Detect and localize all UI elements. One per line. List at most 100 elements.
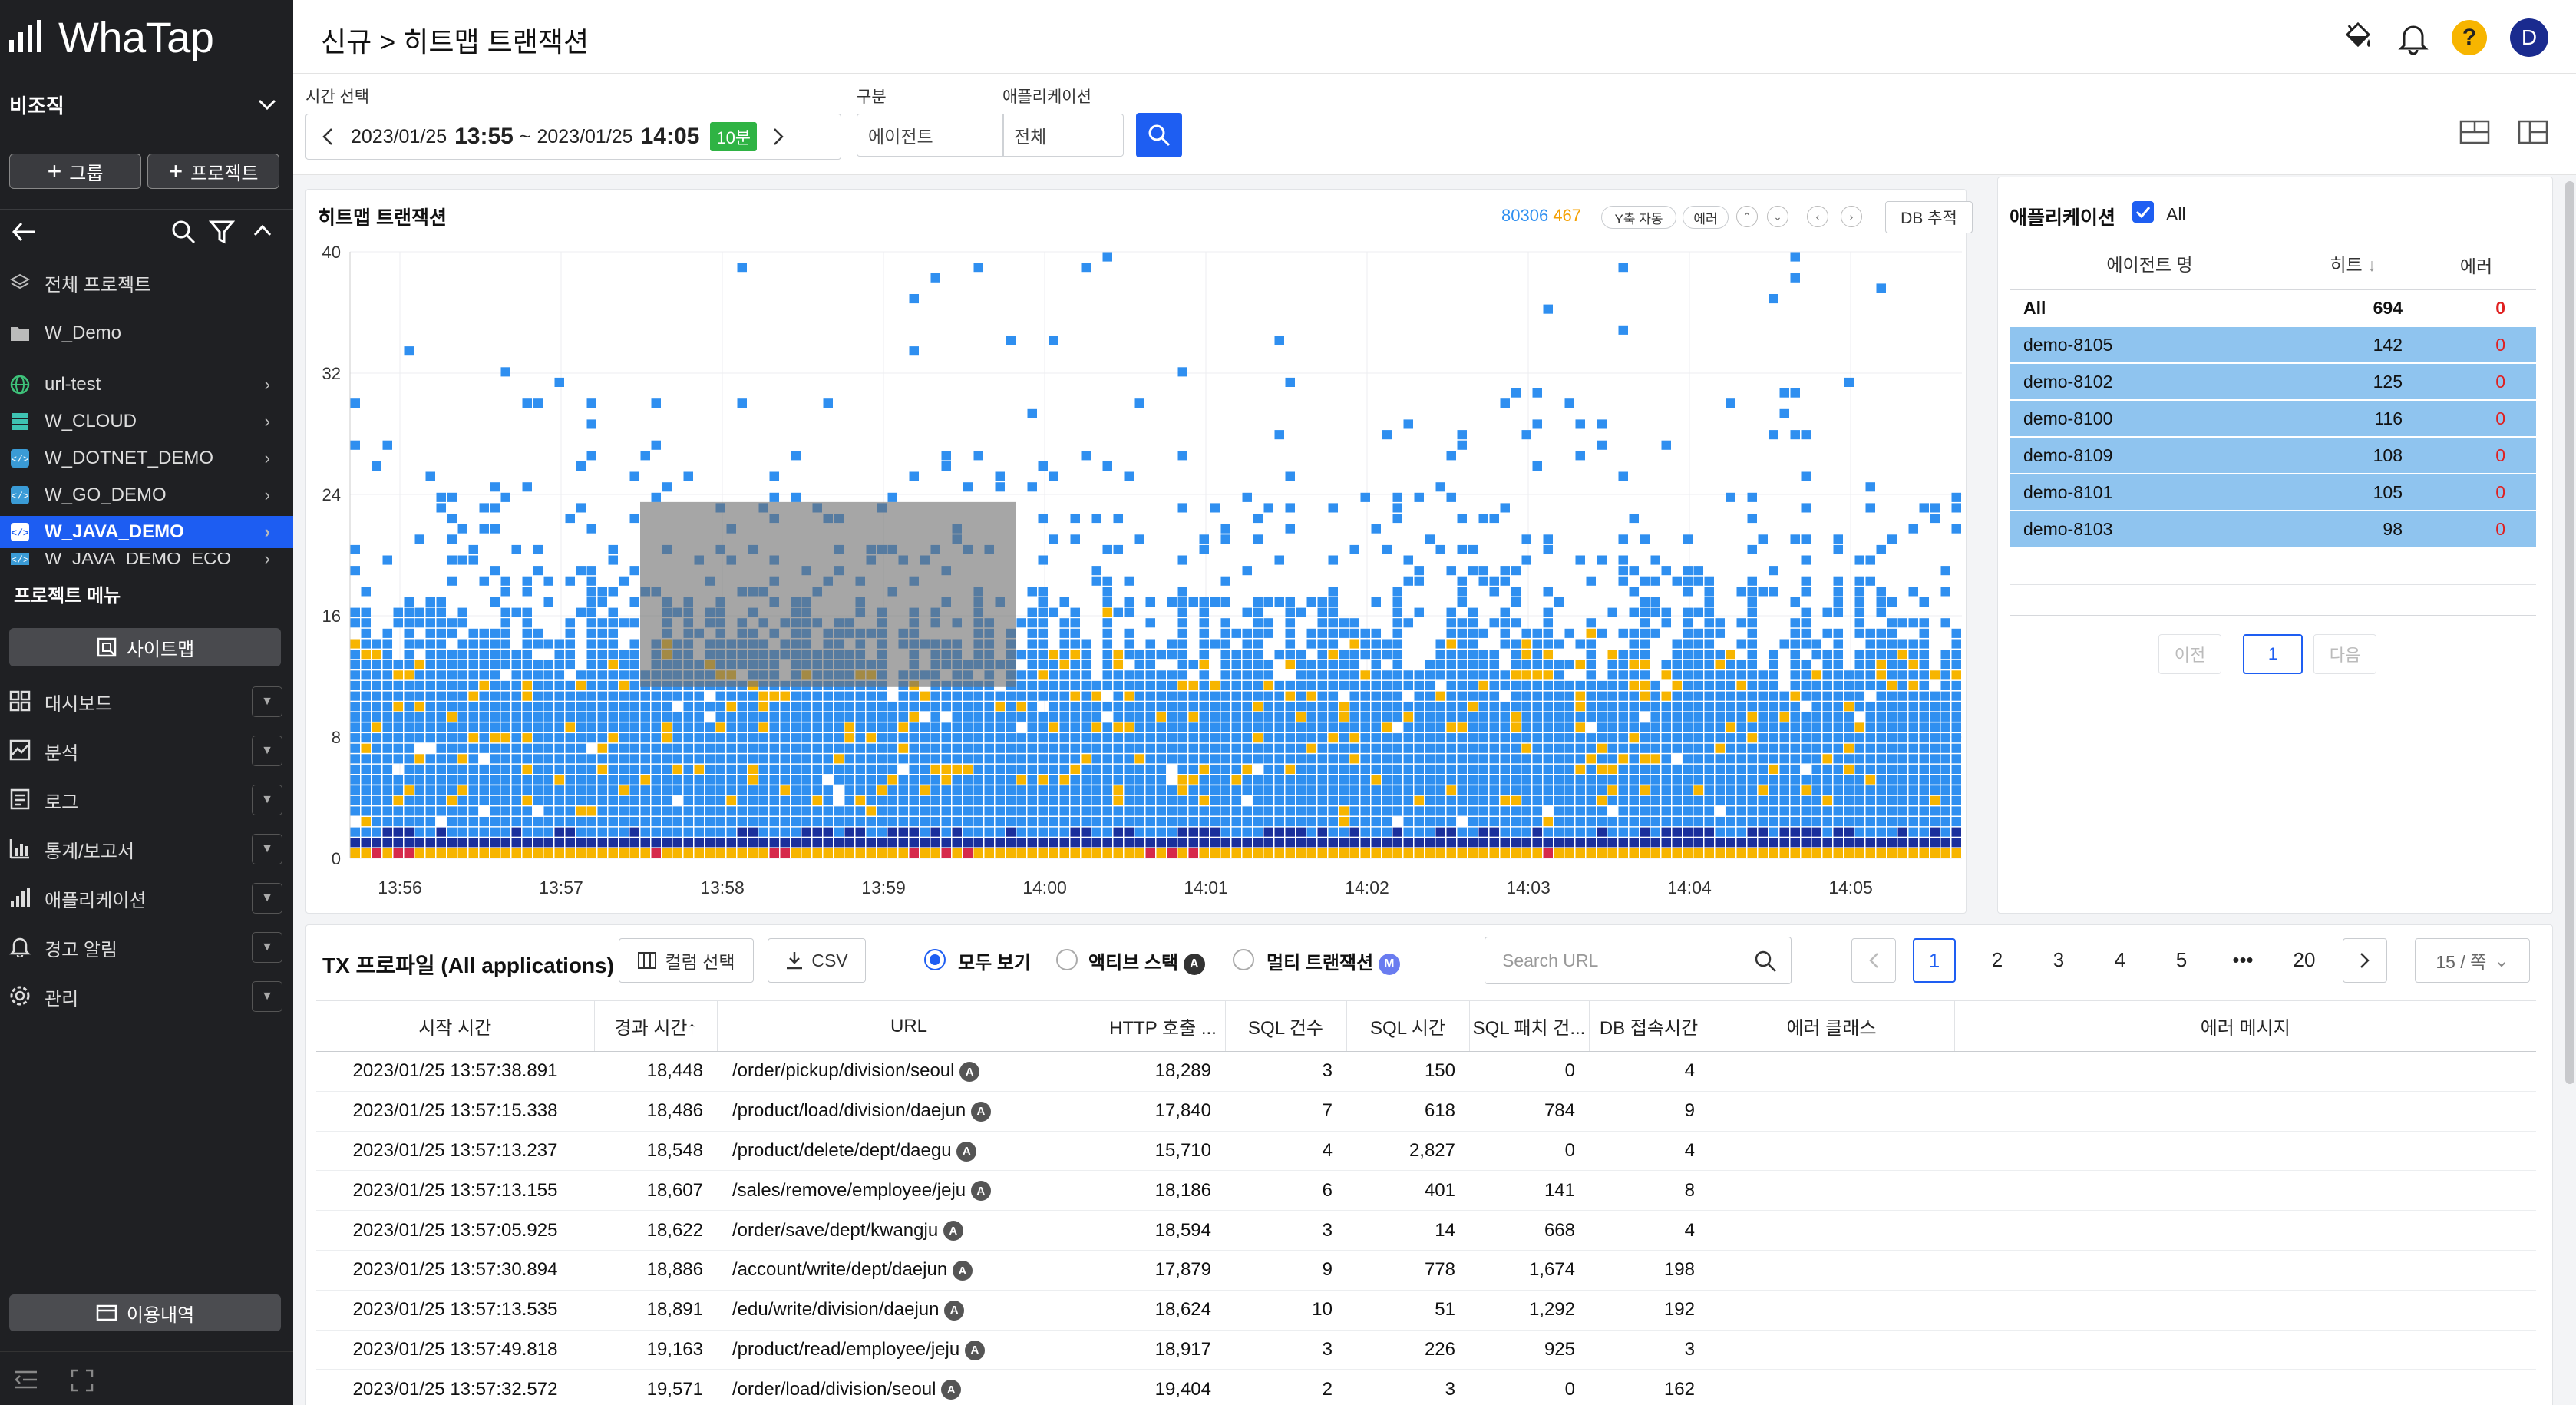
heatmap-cell[interactable] xyxy=(1382,430,1392,440)
heatmap-cell[interactable] xyxy=(1392,712,1403,722)
heatmap-cell[interactable] xyxy=(1919,618,1930,628)
heatmap-cell[interactable] xyxy=(672,806,683,816)
heatmap-cell[interactable] xyxy=(1833,848,1844,858)
chevron-down-icon[interactable]: ▼ xyxy=(252,736,282,766)
heatmap-cell[interactable] xyxy=(758,817,769,827)
heatmap-cell[interactable] xyxy=(1597,785,1607,795)
heatmap-cell[interactable] xyxy=(1511,670,1521,680)
heatmap-cell[interactable] xyxy=(447,555,457,565)
heatmap-cell[interactable] xyxy=(1446,451,1457,461)
heatmap-cell[interactable] xyxy=(619,743,629,753)
heatmap-cell[interactable] xyxy=(1618,325,1629,335)
heatmap-cell[interactable] xyxy=(1618,691,1629,701)
heatmap-cell[interactable] xyxy=(672,743,683,753)
heatmap-cell[interactable] xyxy=(1177,806,1188,816)
heatmap-cell[interactable] xyxy=(1296,733,1306,743)
heatmap-cell[interactable] xyxy=(823,691,834,701)
heatmap-cell[interactable] xyxy=(1865,795,1876,805)
heatmap-cell[interactable] xyxy=(1339,712,1349,722)
heatmap-cell[interactable] xyxy=(1940,827,1951,837)
heatmap-cell[interactable] xyxy=(1500,576,1511,586)
heatmap-cell[interactable] xyxy=(1296,754,1306,764)
heatmap-cell[interactable] xyxy=(1908,743,1919,753)
heatmap-cell[interactable] xyxy=(1231,702,1242,712)
heatmap-cell[interactable] xyxy=(1747,702,1758,712)
heatmap-cell[interactable] xyxy=(651,743,662,753)
heatmap-cell[interactable] xyxy=(898,775,909,785)
heatmap-cell[interactable] xyxy=(662,775,672,785)
heatmap-cell[interactable] xyxy=(748,691,758,701)
heatmap-cell[interactable] xyxy=(565,754,576,764)
heatmap-cell[interactable] xyxy=(1919,785,1930,795)
heatmap-cell[interactable] xyxy=(877,754,887,764)
heatmap-cell[interactable] xyxy=(705,743,715,753)
heatmap-cell[interactable] xyxy=(1683,848,1693,858)
heatmap-cell[interactable] xyxy=(1597,848,1607,858)
cell-url[interactable]: /edu/write/division/daejun A xyxy=(717,1290,1101,1331)
heatmap-cell[interactable] xyxy=(436,764,447,774)
heatmap-cell[interactable] xyxy=(608,722,619,732)
heatmap-cell[interactable] xyxy=(619,775,629,785)
heatmap-cell[interactable] xyxy=(1854,607,1865,617)
heatmap-cell[interactable] xyxy=(1446,795,1457,805)
heatmap-cell[interactable] xyxy=(1951,733,1962,743)
heatmap-cell[interactable] xyxy=(1124,817,1134,827)
heatmap-cell[interactable] xyxy=(1371,524,1382,534)
heatmap-cell[interactable] xyxy=(1113,514,1124,524)
heatmap-cell[interactable] xyxy=(1489,795,1500,805)
heatmap-cell[interactable] xyxy=(1607,764,1618,774)
heatmap-cell[interactable] xyxy=(404,838,414,848)
heatmap-cell[interactable] xyxy=(1081,639,1091,649)
heatmap-cell[interactable] xyxy=(1715,775,1726,785)
heatmap-cell[interactable] xyxy=(511,764,522,774)
heatmap-cell[interactable] xyxy=(812,722,823,732)
heatmap-cell[interactable] xyxy=(1317,660,1328,669)
heatmap-cell[interactable] xyxy=(812,785,823,795)
heatmap-cell[interactable] xyxy=(576,503,586,513)
heatmap-cell[interactable] xyxy=(737,733,748,743)
heatmap-cell[interactable] xyxy=(1607,691,1618,701)
heatmap-cell[interactable] xyxy=(393,702,404,712)
heatmap-cell[interactable] xyxy=(812,702,823,712)
heatmap-cell[interactable] xyxy=(1607,607,1618,617)
heatmap-cell[interactable] xyxy=(1113,848,1124,858)
heatmap-cell[interactable] xyxy=(1554,795,1564,805)
heatmap-cell[interactable] xyxy=(1220,670,1231,680)
heatmap-cell[interactable] xyxy=(1833,544,1844,554)
heatmap-cell[interactable] xyxy=(1124,607,1134,617)
heatmap-cell[interactable] xyxy=(1930,754,1940,764)
heatmap-cell[interactable] xyxy=(1758,827,1769,837)
heatmap-cell[interactable] xyxy=(1661,618,1672,628)
heatmap-cell[interactable] xyxy=(995,702,1006,712)
heatmap-cell[interactable] xyxy=(1102,848,1113,858)
heatmap-cell[interactable] xyxy=(1478,650,1489,660)
heatmap-cell[interactable] xyxy=(425,650,436,660)
heatmap-cell[interactable] xyxy=(887,702,898,712)
heatmap-cell[interactable] xyxy=(1618,795,1629,805)
heatmap-cell[interactable] xyxy=(1758,764,1769,774)
heatmap-cell[interactable] xyxy=(866,743,877,753)
heatmap-cell[interactable] xyxy=(1521,764,1532,774)
heatmap-cell[interactable] xyxy=(1672,670,1683,680)
heatmap-cell[interactable] xyxy=(1199,785,1210,795)
tx-page-1[interactable]: 1 xyxy=(1913,938,1956,983)
heatmap-cell[interactable] xyxy=(834,702,844,712)
heatmap-cell[interactable] xyxy=(425,817,436,827)
heatmap-cell[interactable] xyxy=(1296,660,1306,669)
heatmap-cell[interactable] xyxy=(1328,848,1339,858)
heatmap-cell[interactable] xyxy=(1661,806,1672,816)
heatmap-cell[interactable] xyxy=(361,607,372,617)
heatmap-cell[interactable] xyxy=(1306,702,1317,712)
heatmap-cell[interactable] xyxy=(1919,733,1930,743)
heatmap-cell[interactable] xyxy=(1887,660,1897,669)
heatmap-cell[interactable] xyxy=(1661,795,1672,805)
heatmap-cell[interactable] xyxy=(1059,712,1070,722)
heatmap-cell[interactable] xyxy=(780,712,791,722)
heatmap-cell[interactable] xyxy=(576,764,586,774)
heatmap-cell[interactable] xyxy=(1887,691,1897,701)
heatmap-cell[interactable] xyxy=(1908,639,1919,649)
heatmap-cell[interactable] xyxy=(350,764,361,774)
col-agent-name[interactable]: 에이전트 명 xyxy=(2010,240,2290,290)
heatmap-cell[interactable] xyxy=(780,754,791,764)
heatmap-cell[interactable] xyxy=(1059,827,1070,837)
